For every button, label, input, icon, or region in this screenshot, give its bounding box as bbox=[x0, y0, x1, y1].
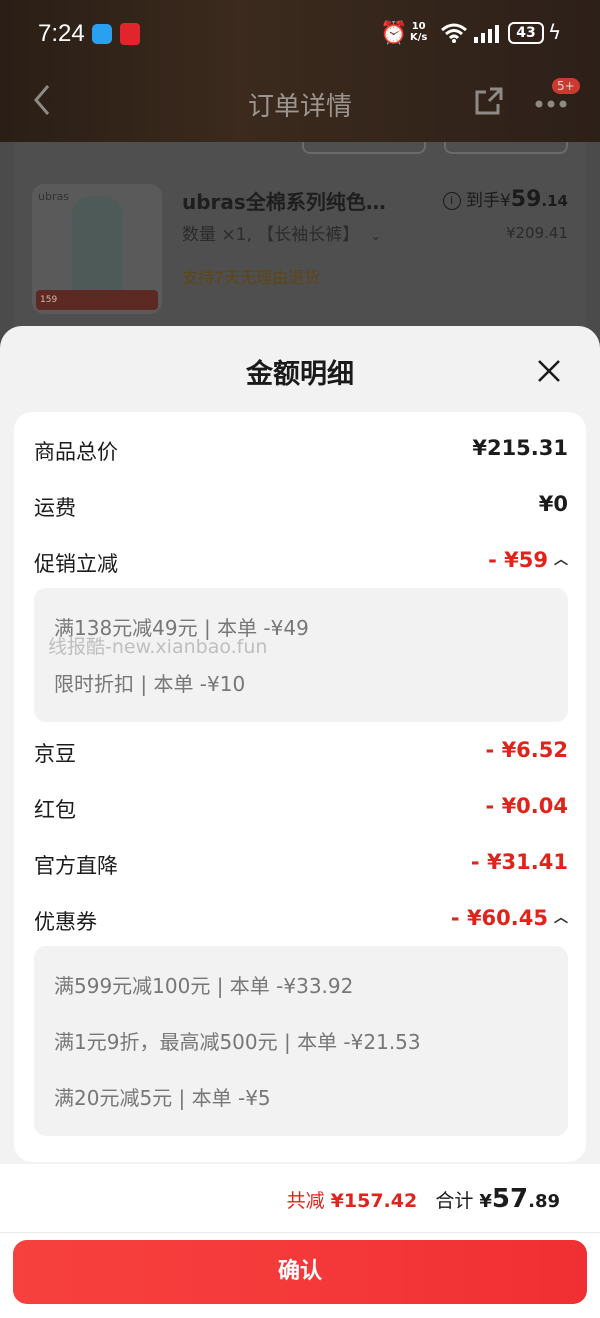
promotion-detail-line: 限时折扣 | 本单 -¥10 bbox=[54, 672, 246, 696]
price-label: 到手¥ bbox=[465, 191, 511, 211]
row-value: - ¥0.04 bbox=[485, 794, 568, 818]
row-label: 优惠券 bbox=[34, 910, 97, 934]
row-value: ¥0 bbox=[538, 492, 568, 516]
product-quantity: 数量 ×1, 【长袖长裤】 ⌄ bbox=[182, 220, 381, 245]
thumbnail-brand: ubras bbox=[38, 190, 69, 203]
order-action-button[interactable] bbox=[302, 142, 426, 154]
network-speed-value: 10 bbox=[411, 21, 426, 32]
total-decimal: .89 bbox=[528, 1191, 560, 1212]
row-jingdou: 京豆 - ¥6.52 bbox=[34, 732, 568, 772]
thumbnail-promo-price: 159 bbox=[40, 295, 58, 305]
row-label: 红包 bbox=[34, 798, 76, 822]
row-value: - ¥60.45 bbox=[450, 906, 548, 930]
charging-icon: ϟ bbox=[548, 20, 562, 44]
row-goods-total: 商品总价 ¥215.31 bbox=[34, 430, 568, 470]
divider bbox=[0, 1232, 600, 1233]
row-label: 官方直降 bbox=[34, 854, 118, 878]
row-label: 运费 bbox=[34, 496, 76, 520]
coupon-detail-line: 满1元9折，最高减500元 | 本单 -¥21.53 bbox=[54, 1030, 421, 1054]
product-final-price: i 到手¥59.14 bbox=[442, 186, 568, 212]
share-icon[interactable] bbox=[474, 86, 504, 120]
network-speed-unit: K/s bbox=[410, 32, 428, 43]
network-speed: 10 K/s bbox=[410, 21, 427, 43]
info-icon[interactable]: i bbox=[442, 192, 461, 210]
coupon-detail-line: 满599元减100元 | 本单 -¥33.92 bbox=[54, 974, 354, 998]
row-promotion[interactable]: 促销立减 - ¥59 ︿ bbox=[34, 542, 568, 582]
total-currency: ¥ bbox=[479, 1191, 492, 1212]
row-value-group: - ¥60.45 ︿ bbox=[451, 906, 568, 930]
row-coupon[interactable]: 优惠券 - ¥60.45 ︿ bbox=[34, 900, 568, 940]
product-quantity-text: 数量 ×1, 【长袖长裤】 bbox=[182, 225, 360, 245]
notification-badge: 5+ bbox=[552, 78, 580, 94]
row-value: - ¥6.52 bbox=[485, 738, 568, 762]
close-icon[interactable] bbox=[536, 358, 562, 388]
row-red-packet: 红包 - ¥0.04 bbox=[34, 788, 568, 828]
shopping-app-icon bbox=[120, 23, 140, 45]
saved-value: ¥157.42 bbox=[330, 1190, 418, 1212]
coupon-detail-line: 满20元减5元 | 本单 -¥5 bbox=[54, 1086, 271, 1110]
message-app-icon bbox=[92, 24, 112, 44]
confirm-button[interactable]: 确认 bbox=[13, 1240, 587, 1304]
amount-detail-sheet: 金额明细 商品总价 ¥215.31 运费 ¥0 促销立减 - ¥59 ︿ 满138… bbox=[0, 326, 600, 1318]
product-original-price: ¥209.41 bbox=[505, 224, 568, 242]
order-action-button[interactable] bbox=[444, 142, 568, 154]
signal-icon bbox=[474, 25, 500, 47]
row-official-discount: 官方直降 - ¥31.41 bbox=[34, 844, 568, 884]
top-header: 7:24 ⏰ 10 K/s 43 ϟ 订单详情 5+ bbox=[0, 0, 600, 142]
sheet-title: 金额明细 bbox=[246, 359, 354, 390]
page-title: 订单详情 bbox=[247, 92, 352, 122]
watermark: 线报酷-new.xianbao.fun bbox=[48, 636, 268, 658]
saved-label: 共减 bbox=[286, 1190, 325, 1212]
navigation-bar: 订单详情 5+ bbox=[0, 78, 600, 128]
chevron-up-icon[interactable]: ︿ bbox=[554, 907, 568, 927]
return-policy: 支持7天无理由退货 bbox=[182, 268, 321, 287]
row-value-group: - ¥59 ︿ bbox=[488, 548, 568, 572]
sheet-footer: 共减 ¥157.42 合计 ¥57.89 确认 bbox=[0, 1164, 600, 1318]
price-integer: 59 bbox=[510, 187, 542, 212]
more-options-icon[interactable] bbox=[534, 94, 568, 113]
row-label: 商品总价 bbox=[34, 440, 118, 464]
payment-summary: 共减 ¥157.42 合计 ¥57.89 bbox=[287, 1184, 560, 1214]
row-value: - ¥31.41 bbox=[470, 850, 568, 874]
product-name[interactable]: ubras全棉系列纯色… bbox=[182, 186, 386, 215]
thumbnail-promo-banner: 159 bbox=[36, 290, 158, 310]
row-label: 促销立减 bbox=[34, 552, 118, 576]
chevron-up-icon[interactable]: ︿ bbox=[554, 549, 568, 569]
total-label: 合计 bbox=[435, 1190, 474, 1212]
battery-level: 43 bbox=[508, 22, 544, 44]
status-time: 7:24 bbox=[38, 20, 85, 47]
row-shipping: 运费 ¥0 bbox=[34, 486, 568, 526]
product-thumbnail[interactable]: ubras 159 bbox=[32, 184, 162, 314]
status-bar: 7:24 ⏰ 10 K/s 43 ϟ bbox=[0, 18, 600, 52]
coupon-detail-box: 满599元减100元 | 本单 -¥33.92 满1元9折，最高减500元 | … bbox=[34, 946, 568, 1136]
total-integer: 57 bbox=[491, 1184, 529, 1214]
alarm-icon: ⏰ bbox=[380, 21, 408, 46]
row-value: ¥215.31 bbox=[472, 436, 568, 460]
row-value: - ¥59 bbox=[488, 548, 548, 572]
price-decimal: .14 bbox=[541, 192, 568, 210]
wifi-icon bbox=[440, 22, 468, 48]
row-label: 京豆 bbox=[34, 742, 76, 766]
chevron-down-icon: ⌄ bbox=[370, 229, 381, 243]
amount-detail-card: 商品总价 ¥215.31 运费 ¥0 促销立减 - ¥59 ︿ 满138元减49元… bbox=[14, 412, 586, 1162]
